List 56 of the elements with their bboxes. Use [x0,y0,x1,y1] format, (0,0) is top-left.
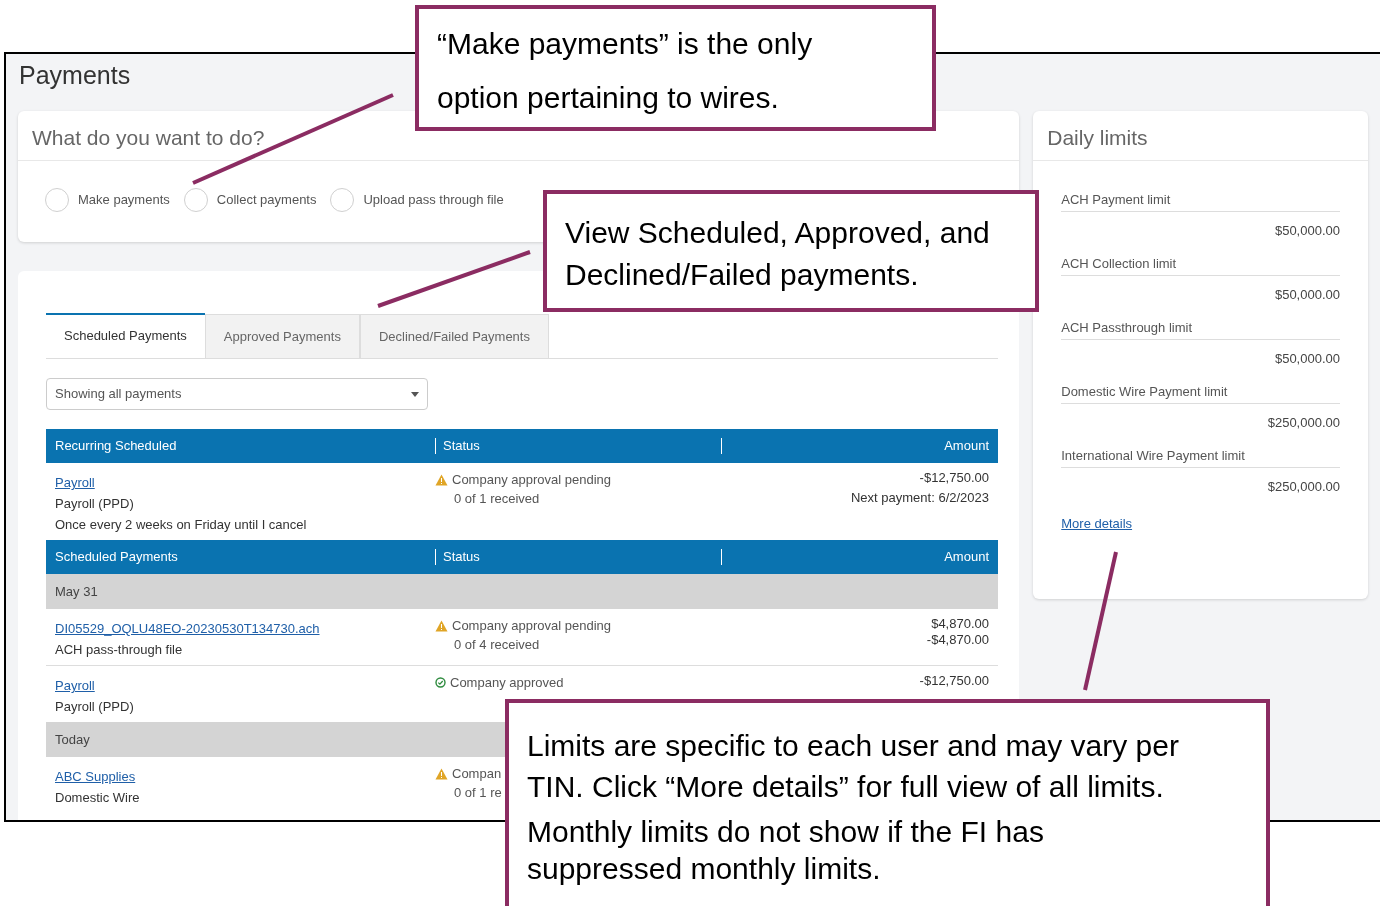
warning-icon [435,619,448,632]
payment-detail: Once every 2 weeks on Friday until I cancel [55,516,307,534]
callout-text: Monthly limits do not show if the FI has suppressed monthly limits. [527,814,1045,887]
status-text: Compan [452,765,502,783]
column-header: Status [443,548,480,567]
date-label: Today [55,730,90,749]
page-title: Payments [19,60,132,91]
amount-text: -$12,750.00 [919,673,989,689]
amount-text: $4,870.00 [931,616,989,632]
tab[interactable]: Approved Payments [204,314,360,358]
column-header: Recurring Scheduled [55,438,177,454]
callout-text: Limits are specific to each user and may vary per TIN. Click “More details” for full view of all limits. [527,728,1180,805]
status-detail: 0 of 4 received [453,636,540,654]
caret-icon [411,391,419,397]
payment-link[interactable]: Payroll [55,676,95,695]
payment-detail: Payroll (PPD) [55,698,134,716]
check-circle-icon [435,677,446,688]
column-header: Scheduled Payments [55,549,178,565]
more-details-link[interactable]: More details [1061,516,1133,531]
tab[interactable]: Declined/Failed Payments [359,314,549,358]
amount-text: -$4,870.00 [926,632,989,648]
limit-label: ACH Payment limit [1061,191,1340,212]
limit-value: $50,000.00 [1273,286,1340,304]
status-text: Company approval pending [452,471,611,489]
status-detail: 0 of 1 re [453,784,502,802]
limit-value: $50,000.00 [1273,350,1340,368]
payment-link[interactable]: ABC Supplies [55,767,136,786]
warning-icon [435,767,448,780]
radio-label[interactable]: Collect payments [216,190,317,210]
limit-label: International Wire Payment limit [1061,447,1340,468]
column-header: Amount [944,437,989,456]
payment-link[interactable]: DI05529_OQLU48EO-20230530T134730.ach [55,619,320,638]
limit-label: Domestic Wire Payment limit [1061,383,1340,404]
payment-link[interactable]: Payroll [55,473,95,492]
status-text: Company approved [450,674,564,692]
card-title: Daily limits [1033,111,1368,161]
payment-detail: Domestic Wire [55,789,140,807]
amount-text: Next payment: 6/2/2023 [850,490,989,506]
limit-label: ACH Passthrough limit [1061,319,1340,340]
status-text: Company approval pending [452,617,611,635]
payment-detail: ACH pass-through file [55,641,183,659]
radio-label[interactable]: Make payments [78,190,170,210]
amount-text: -$12,750.00 [919,470,989,486]
warning-icon [435,473,448,486]
filter-dropdown[interactable]: Showing all payments [46,378,428,410]
payment-detail: Payroll (PPD) [55,495,134,513]
column-header: Status [443,437,480,456]
date-label: May 31 [55,582,98,601]
limit-value: $250,000.00 [1266,414,1340,432]
callout-text: View Scheduled, Approved, and Declined/Failed payments. [565,215,991,293]
limit-label: ACH Collection limit [1061,255,1340,276]
radio-label[interactable]: Upload pass through file [363,190,504,210]
status-detail: 0 of 1 received [453,490,540,508]
limit-value: $250,000.00 [1266,478,1340,496]
column-header: Amount [944,548,989,567]
limit-value: $50,000.00 [1273,222,1340,240]
